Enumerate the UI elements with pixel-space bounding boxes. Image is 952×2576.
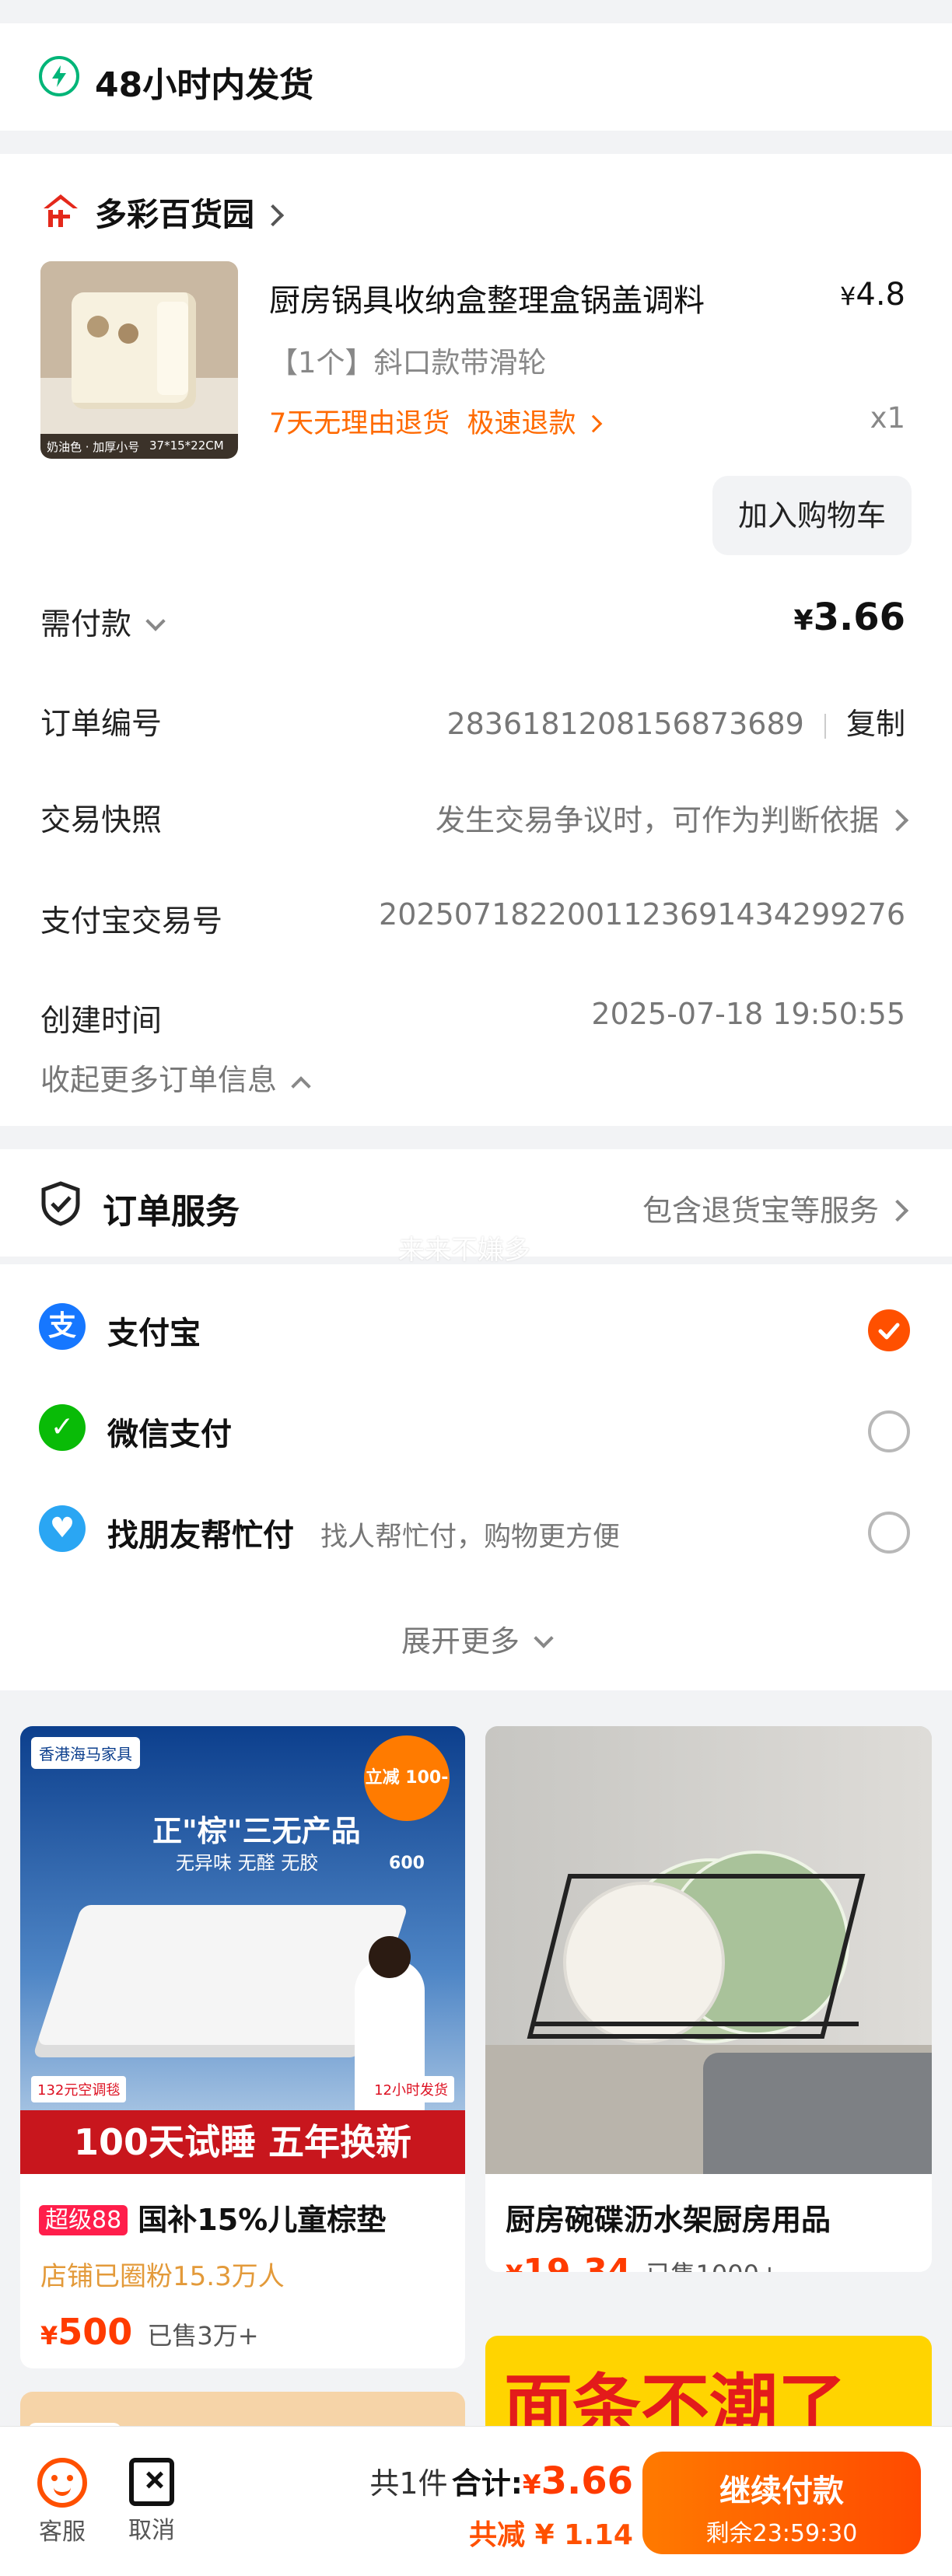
chevron-right-icon (886, 1199, 909, 1222)
chevron-up-icon (291, 1076, 311, 1096)
chevron-right-icon (886, 809, 909, 832)
image-banner: 100天试睡 五年换新 (20, 2110, 465, 2174)
order-number-label: 订单编号 (40, 707, 163, 742)
chevron-down-icon (145, 611, 166, 631)
order-card: 多彩百货园 奶油色 · 加厚小号 37*15*22CM 厨房锅具收纳盒整理盒锅盖… (0, 154, 952, 1126)
expand-more-button[interactable]: 展开更多 (0, 1617, 952, 1660)
alipay-trade-value: 2025071822001123691434299276 (379, 897, 905, 931)
payment-card: 支支付宝 ✓ 微信支付 ♥ 找朋友帮忙付 找人帮忙付，购物更方便 展开更多 (0, 1264, 952, 1690)
created-time-value: 2025-07-18 19:50:55 (591, 997, 905, 1031)
cancel-label: 取消 (128, 2517, 175, 2544)
payable-label[interactable]: 需付款 (40, 600, 166, 644)
add-to-cart-button[interactable]: 加入购物车 (712, 476, 912, 555)
countdown-label: 剩余23:59:30 (705, 2520, 858, 2547)
customer-service-label: 客服 (39, 2518, 86, 2546)
copy-button[interactable]: 复制 (846, 707, 905, 741)
radio-unchecked-icon[interactable] (868, 1410, 910, 1452)
product-spec: 【1个】斜口款带滑轮 (269, 346, 547, 379)
image-tag-blanket: 132元空调毯 (31, 2076, 127, 2102)
alipay-icon: 支 (39, 1303, 86, 1350)
image-tag-shipping: 12小时发货 (368, 2076, 454, 2102)
chevron-right-icon (261, 204, 285, 227)
payment-method-name: 找朋友帮忙付 (107, 1518, 294, 1554)
discount-text: 共减 ¥ 1.14 (469, 2519, 633, 2551)
thumb-size: 37*15*22CM (149, 439, 224, 453)
recommendation-price: 19.34 (523, 2252, 632, 2272)
wechat-icon: ✓ (39, 1404, 86, 1451)
cancel-order-icon (129, 2458, 174, 2506)
product-price: ¥4.8 (840, 277, 905, 313)
store-icon (40, 191, 81, 229)
continue-pay-button[interactable]: 继续付款 剩余23:59:30 (642, 2452, 921, 2554)
recommendation-price: 500 (58, 2311, 133, 2353)
product-tags[interactable]: 7天无理由退货 极速退款 (269, 401, 602, 441)
continue-pay-label: 继续付款 (719, 2473, 844, 2509)
product-image: 香港海马家具 立减 100-600 正"棕"三无产品 无异味 无醛 无胶 132… (20, 1726, 465, 2174)
payment-method-name: 支付宝 (107, 1316, 201, 1351)
alipay-trade-label: 支付宝交易号 (40, 904, 223, 939)
recommendation-price-symbol: ¥ (40, 2321, 58, 2351)
payable-amount: ¥3.66 (793, 596, 906, 639)
recommendation-card[interactable]: 香港海马家具 立减 100-600 正"棕"三无产品 无异味 无醛 无胶 132… (20, 1726, 465, 2368)
lightning-icon (39, 56, 79, 96)
thumb-caption: 奶油色 · 加厚小号 (47, 440, 140, 454)
product-title[interactable]: 厨房锅具收纳盒整理盒锅盖调料 (269, 275, 705, 320)
order-number-value: 2836181208156873689 复制 (446, 707, 905, 741)
recommendation-sub: 店铺已圈粉15.3万人 (40, 2261, 285, 2292)
friend-pay-icon: ♥ (39, 1505, 86, 1552)
image-brand: 香港海马家具 (31, 1737, 140, 1769)
product-thumbnail[interactable]: 奶油色 · 加厚小号 37*15*22CM (40, 261, 238, 459)
image-promo: 立减 100-600 (364, 1735, 450, 1873)
payment-method-desc: 找人帮忙付，购物更方便 (320, 1522, 621, 1553)
radio-checked-icon[interactable] (868, 1309, 910, 1351)
shipping-text: 48小时内发货 (95, 65, 314, 105)
services-value[interactable]: 包含退货宝等服务 (642, 1187, 909, 1229)
radio-unchecked-icon[interactable] (868, 1512, 910, 1554)
snapshot-label: 交易快照 (40, 803, 163, 838)
recommendation-title: 国补15%儿童棕垫 (138, 2203, 387, 2237)
recommendation-sold: 已售1000+ (646, 2260, 780, 2272)
services-title: 订单服务 (103, 1192, 240, 1232)
created-time-label: 创建时间 (40, 1004, 163, 1039)
product-image (485, 1726, 932, 2174)
chevron-down-icon (534, 1628, 554, 1648)
recommendation-card[interactable]: 厨房碗碟沥水架厨房用品 ¥19.34 已售1000+ (485, 1726, 932, 2272)
image-subline: 无异味 无醛 无胶 (176, 1852, 319, 1874)
recommendation-price-symbol: ¥ (506, 2260, 523, 2272)
payment-method-name: 微信支付 (107, 1417, 232, 1452)
collapse-order-info[interactable]: 收起更多订单信息 (40, 1056, 311, 1099)
order-total: 共1件 合计:¥3.66 (369, 2459, 633, 2503)
store-name[interactable]: 多彩百货园 (95, 188, 285, 235)
quantity: x1 (870, 401, 905, 435)
customer-service-icon (37, 2458, 87, 2508)
snapshot-link[interactable]: 发生交易争议时，可作为判断依据 (436, 796, 909, 839)
chevron-right-icon (584, 414, 602, 433)
payment-method-row[interactable]: ♥ 找朋友帮忙付 找人帮忙付，购物更方便 (0, 1493, 952, 1571)
payment-method-row[interactable]: ✓ 微信支付 (0, 1392, 952, 1470)
recommendation-title: 厨房碗碟沥水架厨房用品 (506, 2203, 831, 2237)
shield-check-icon (39, 1180, 82, 1227)
watermark: 来来不嫌多 (398, 1235, 530, 1266)
services-card[interactable]: 订单服务 包含退货宝等服务 来来不嫌多 (0, 1149, 952, 1266)
shipping-card: 48小时内发货 (0, 23, 952, 131)
payment-method-row[interactable]: 支支付宝 (0, 1291, 952, 1368)
image-headline: 正"棕"三无产品 (152, 1814, 361, 1848)
bottom-bar: 客服 取消 共1件 合计:¥3.66 共减 ¥ 1.14 继续付款 剩余23:5… (0, 2426, 952, 2576)
cancel-button[interactable]: 取消 (113, 2458, 191, 2545)
super-88-badge: 超级88 (39, 2204, 128, 2235)
recommendation-sold: 已售3万+ (147, 2321, 259, 2351)
customer-service-button[interactable]: 客服 (23, 2458, 101, 2546)
